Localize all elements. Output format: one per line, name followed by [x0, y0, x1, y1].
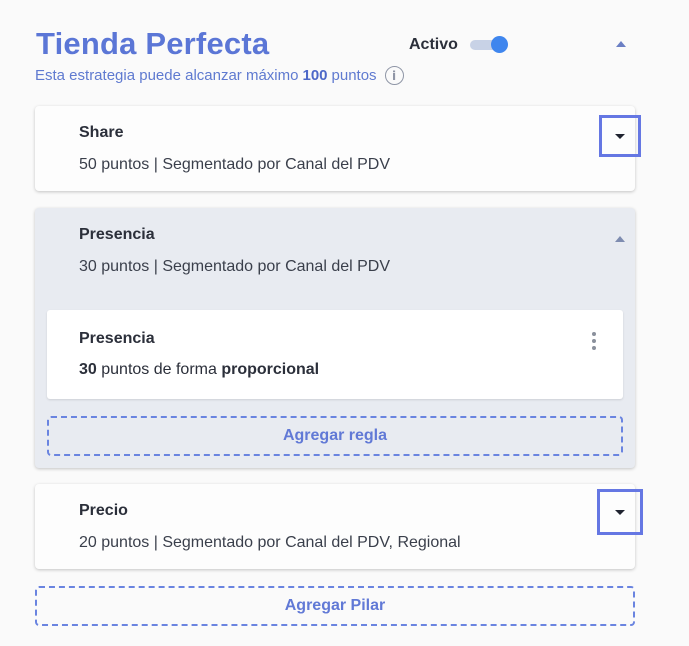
pillar-description: 20 puntos | Segmentado por Canal del PDV… — [79, 534, 461, 551]
expand-pillar-button[interactable] — [597, 489, 643, 535]
rule-title: Presencia — [79, 330, 155, 347]
kebab-menu-icon[interactable] — [589, 332, 599, 350]
pillar-description: 30 puntos | Segmentado por Canal del PDV — [79, 258, 391, 275]
caret-up-icon — [616, 41, 626, 47]
caret-down-icon — [615, 133, 625, 139]
add-pillar-button[interactable]: Agregar Pilar — [35, 586, 635, 626]
subtitle-suffix: puntos — [331, 67, 377, 84]
pillar-card-precio: Precio 20 puntos | Segmentado por Canal … — [35, 484, 643, 569]
rule-points: 30 — [79, 361, 97, 378]
collapse-strategy-button[interactable] — [612, 36, 630, 52]
pillar-card-presencia: Presencia 30 puntos | Segmentado por Can… — [35, 208, 635, 468]
active-toggle[interactable] — [469, 35, 510, 55]
max-points: 100 — [302, 67, 328, 84]
strategy-title: Tienda Perfecta — [36, 26, 270, 61]
pillar-title: Presencia — [79, 226, 155, 243]
rule-card: Presencia 30 puntos de forma proporciona… — [47, 310, 623, 399]
rule-mode: proporcional — [221, 361, 320, 378]
add-rule-button[interactable]: Agregar regla — [47, 416, 623, 456]
active-label: Activo — [409, 36, 458, 53]
info-circle-icon[interactable]: i — [384, 66, 404, 85]
caret-down-icon — [615, 509, 625, 515]
strategy-subtitle: Esta estrategia puede alcanzar máximo 10… — [35, 66, 404, 85]
pillar-description: 50 puntos | Segmentado por Canal del PDV — [79, 156, 391, 173]
subtitle-prefix: Esta estrategia puede alcanzar máximo — [35, 67, 299, 84]
pillar-title: Share — [79, 124, 124, 141]
pillar-title: Precio — [79, 502, 128, 519]
caret-up-icon[interactable] — [615, 236, 625, 242]
rule-points-text: puntos de forma — [101, 361, 217, 378]
rule-description: 30 puntos de forma proporcional — [79, 361, 319, 379]
active-toggle-group: Activo — [409, 35, 510, 55]
toggle-knob — [490, 36, 508, 53]
pillar-card-share: Share 50 puntos | Segmentado por Canal d… — [35, 106, 641, 191]
expand-pillar-button[interactable] — [599, 115, 641, 157]
